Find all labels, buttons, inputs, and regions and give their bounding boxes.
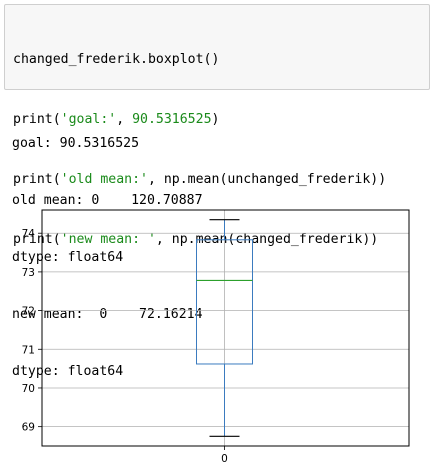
code-text: changed_frederik.boxplot()	[13, 52, 220, 67]
y-tick-label: 71	[22, 344, 35, 356]
y-tick-label: 72	[22, 306, 35, 318]
y-tick-label: 74	[22, 228, 36, 240]
code-line: changed_frederik.boxplot()	[13, 50, 429, 70]
y-tick-label: 73	[22, 267, 35, 279]
x-tick-label: 0	[221, 453, 228, 465]
y-tick-label: 70	[22, 383, 35, 395]
code-cell[interactable]: changed_frederik.boxplot() print('goal:'…	[4, 4, 430, 247]
y-tick-label: 69	[22, 422, 35, 434]
box-iqr	[196, 239, 253, 365]
code-text: )	[211, 112, 220, 127]
output-line: goal: 90.5316525	[12, 136, 140, 151]
boxplot-chart: 69 70 71 72 73 74 0	[22, 209, 410, 465]
